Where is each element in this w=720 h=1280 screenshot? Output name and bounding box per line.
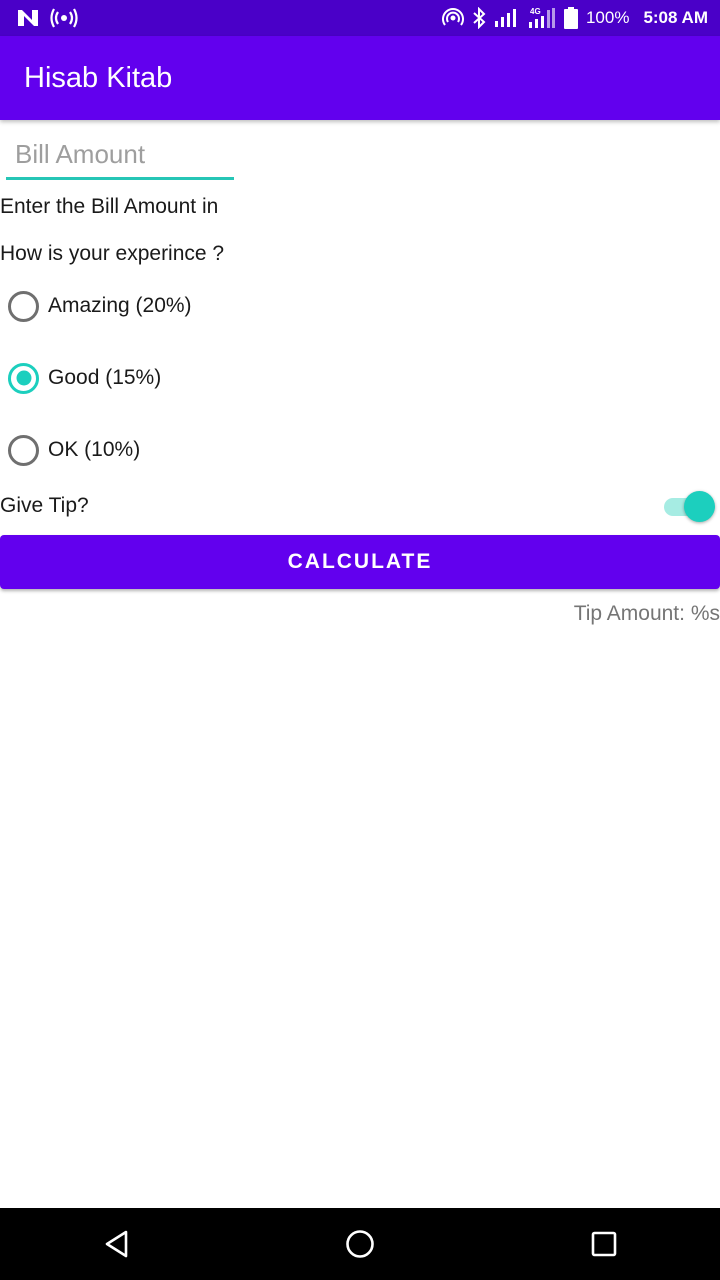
- broadcast-icon: [50, 8, 78, 28]
- tip-amount-text: Tip Amount: %s: [573, 602, 720, 625]
- radio-button-unchecked-icon[interactable]: [8, 290, 39, 322]
- radio-label: Amazing (20%): [48, 294, 192, 317]
- recents-icon[interactable]: [586, 1226, 622, 1262]
- navigation-bar: [0, 1208, 720, 1280]
- home-icon[interactable]: [342, 1226, 378, 1262]
- app-bar: Hisab Kitab: [0, 36, 720, 120]
- switch-thumb[interactable]: [684, 491, 715, 522]
- radio-button-unchecked-icon[interactable]: [8, 434, 39, 466]
- radio-label: OK (10%): [48, 438, 141, 461]
- status-bar: 4G 100% 5:08 AM: [0, 0, 720, 36]
- bill-amount-field-wrapper: [6, 132, 234, 180]
- radio-option-ok[interactable]: OK (10%): [8, 430, 140, 470]
- signal-icon: [494, 7, 520, 29]
- battery-icon: [563, 7, 578, 29]
- status-left: [16, 8, 78, 28]
- radio-option-good[interactable]: Good (15%): [8, 358, 161, 398]
- bill-hint-text: Enter the Bill Amount in: [0, 195, 219, 218]
- n-logo-icon: [16, 8, 40, 28]
- radio-button-checked-icon[interactable]: [8, 362, 39, 394]
- radio-label: Good (15%): [48, 366, 162, 389]
- status-right: 4G 100% 5:08 AM: [442, 6, 708, 30]
- radio-option-amazing[interactable]: Amazing (20%): [8, 286, 192, 326]
- signal-4g-icon: 4G: [528, 6, 556, 30]
- back-icon[interactable]: [99, 1226, 135, 1262]
- give-tip-switch[interactable]: [664, 490, 716, 522]
- bluetooth-icon: [472, 7, 486, 29]
- experience-question: How is your experince ?: [0, 242, 225, 265]
- battery-percent: 100%: [585, 8, 630, 27]
- app-title: Hisab Kitab: [24, 61, 173, 94]
- calculate-button[interactable]: CALCULATE: [0, 535, 720, 589]
- screen: 4G 100% 5:08 AM Hisab Kitab Bill Amount …: [0, 0, 720, 1280]
- hotspot-icon: [442, 7, 464, 29]
- clock: 5:08 AM: [643, 8, 708, 27]
- give-tip-label: Give Tip?: [0, 494, 89, 517]
- svg-text:4G: 4G: [530, 7, 541, 16]
- bill-amount-input[interactable]: [6, 132, 234, 176]
